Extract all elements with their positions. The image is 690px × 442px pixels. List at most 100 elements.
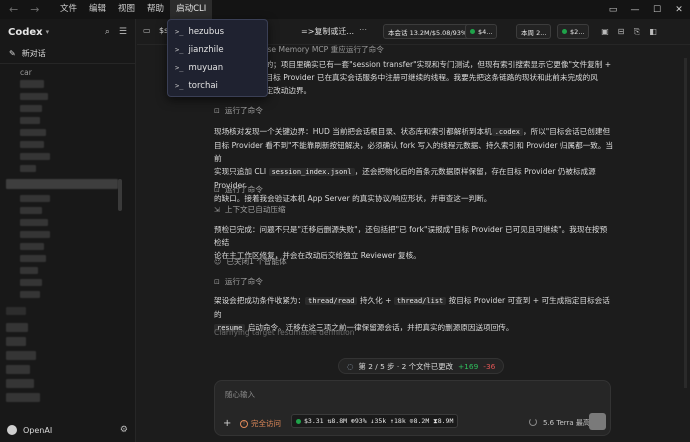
stop-button[interactable] [589, 413, 606, 430]
chat-title-suffix[interactable]: =>复制或迁... [301, 26, 354, 37]
menu-help[interactable]: 帮助 [141, 0, 170, 19]
status-thinking: Clarifying target resumable definition [214, 328, 355, 337]
list-item[interactable] [6, 179, 118, 189]
forward-arrow-icon[interactable]: → [30, 3, 39, 16]
list-item[interactable] [20, 243, 44, 250]
access-mode-button[interactable]: ! 完全访问 [240, 418, 281, 429]
minimize-icon[interactable]: — [624, 0, 646, 19]
layout-icon[interactable]: ▭ [602, 0, 624, 19]
conversation: base Memory MCP 重应运行了命令 静的；项目里确实已有一套"ses… [137, 45, 690, 442]
new-chat-button[interactable]: ✎ 新对话 [0, 45, 135, 61]
maximize-icon[interactable]: ☐ [646, 0, 668, 19]
folder-icon: ▭ [143, 26, 151, 35]
panel-icon[interactable]: ⊟ [614, 24, 628, 39]
list-item[interactable] [20, 207, 42, 214]
command-run-label: 运行了命令 [224, 185, 263, 194]
sidebar-scrollbar[interactable] [118, 179, 122, 211]
terminal-icon: ⊡ [214, 277, 220, 286]
list-item[interactable] [20, 291, 40, 298]
menu-file[interactable]: 文件 [54, 0, 83, 19]
list-item[interactable] [20, 231, 50, 238]
terminal-prompt-icon: >_ [175, 46, 184, 54]
header-prefix-text: base Memory MCP 重应运行了命令 [258, 45, 384, 54]
nav-arrows: ← → [0, 3, 47, 16]
p1-text-a: 现场核对发现一个关键边界：HUD 当前把会话根目录、状态库和索引都解析到本机 [214, 127, 492, 136]
command-run-label: 运行了命令 [224, 277, 263, 286]
menu-item-label: muyuan [188, 63, 224, 73]
list-item[interactable] [20, 219, 48, 226]
list-item[interactable] [20, 117, 40, 124]
lines-added: +169 [457, 361, 479, 371]
window-controls: ▭ — ☐ ✕ [602, 0, 690, 19]
list-item[interactable] [20, 267, 38, 274]
usage-pill-session[interactable]: 本会话 13.2M/$5.08/93% [383, 24, 473, 39]
list-item[interactable] [20, 165, 36, 172]
message-input[interactable]: 随心输入 [225, 389, 255, 400]
more-icon[interactable]: ⋯ [359, 25, 367, 34]
p3-text-a: 架设会把成功条件收紧为： [214, 296, 306, 305]
image-icon[interactable]: ▣ [598, 24, 612, 39]
filter-icon[interactable]: ☰ [119, 27, 127, 37]
menu-item-jianzhile[interactable]: >_ jianzhile [168, 41, 267, 59]
menu-edit[interactable]: 编辑 [83, 0, 112, 19]
spinner-icon: ◌ [347, 361, 354, 371]
code-codex: .codex [491, 128, 524, 136]
sidebar-item-car[interactable]: car [0, 66, 135, 78]
model-selector[interactable]: 5.6 Terra 最高 [543, 418, 590, 428]
close-icon[interactable]: ✕ [668, 0, 690, 19]
gear-icon[interactable]: ⚙ [120, 425, 128, 435]
p3-text-b: 持久化 + [359, 296, 392, 305]
menu-item-torchai[interactable]: >_ torchai [168, 77, 267, 95]
diff-icon[interactable]: ⎘ [630, 24, 644, 39]
status-dot-icon [296, 418, 301, 424]
usage-month-text: $2... [570, 27, 585, 36]
menu-view[interactable]: 视图 [112, 0, 141, 19]
back-arrow-icon[interactable]: ← [9, 3, 18, 16]
usage-stats[interactable]: $3.31 ⇅8.8M ⊕93% ↓35k ↑18k ⊙8.2M ⧗8.9M [291, 414, 459, 428]
usage-stats-text: $3.31 ⇅8.8M ⊕93% ↓35k ↑18k ⊙8.2M ⧗8.9M [304, 416, 454, 425]
list-item[interactable] [20, 255, 46, 262]
list-item[interactable] [6, 379, 34, 388]
split-view-icon[interactable]: ◧ [646, 24, 660, 39]
terminal-icon: ⊡ [214, 185, 220, 194]
divider [0, 63, 135, 64]
steps-summary[interactable]: ◌ 第 2 / 5 步 · 2 个文件已更改 +169 -36 [338, 358, 505, 374]
list-item[interactable] [20, 279, 42, 286]
list-item[interactable] [20, 195, 50, 202]
intro-line-1: 静的；项目里确实已有一套"session transfer"实现和专门测试，但现… [258, 60, 612, 69]
menu-launch-cli[interactable]: 启动CLI [170, 0, 213, 19]
intro-line-3: 决定改动边界。 [258, 86, 312, 95]
terminal-icon: ⊡ [214, 106, 220, 115]
agent-closed[interactable]: ☺ 已关闭1 个智能体 [214, 256, 287, 267]
list-item[interactable] [20, 153, 50, 160]
list-item[interactable] [6, 307, 26, 315]
avatar[interactable] [7, 425, 17, 435]
main-scrollbar[interactable] [684, 58, 687, 388]
chevron-down-icon[interactable]: ▾ [46, 28, 50, 36]
menu-item-hezubus[interactable]: >_ hezubus [168, 23, 267, 41]
usage-pill-week[interactable]: 本周 2... [516, 24, 552, 39]
menu-item-muyuan[interactable]: >_ muyuan [168, 59, 267, 77]
command-run-1[interactable]: ⊡ 运行了命令 [214, 105, 263, 116]
list-item[interactable] [6, 323, 28, 332]
list-item[interactable] [6, 393, 40, 402]
list-item[interactable] [20, 129, 46, 136]
list-item[interactable] [6, 351, 36, 360]
add-attachment-icon[interactable]: + [223, 418, 231, 429]
steps-label: 第 2 / 5 步 · 2 个文件已更改 [358, 361, 453, 371]
search-icon[interactable]: ⌕ [105, 27, 110, 37]
app-name[interactable]: Codex [8, 27, 43, 38]
command-run-3[interactable]: ⊡ 运行了命令 [214, 276, 263, 287]
command-run-2[interactable]: ⊡ 运行了命令 [214, 184, 263, 195]
list-item[interactable] [20, 80, 44, 88]
list-item[interactable] [20, 141, 44, 148]
user-name[interactable]: OpenAI [23, 426, 52, 435]
list-item[interactable] [6, 365, 30, 374]
usage-pill-today[interactable]: $4... [465, 24, 498, 39]
list-item[interactable] [20, 105, 42, 112]
list-item[interactable] [6, 337, 26, 346]
warning-icon: ! [240, 419, 248, 428]
list-item[interactable] [20, 93, 48, 100]
context-compressed[interactable]: ⇲ 上下文已自动压缩 [214, 204, 286, 215]
usage-pill-month[interactable]: $2... [557, 24, 590, 39]
